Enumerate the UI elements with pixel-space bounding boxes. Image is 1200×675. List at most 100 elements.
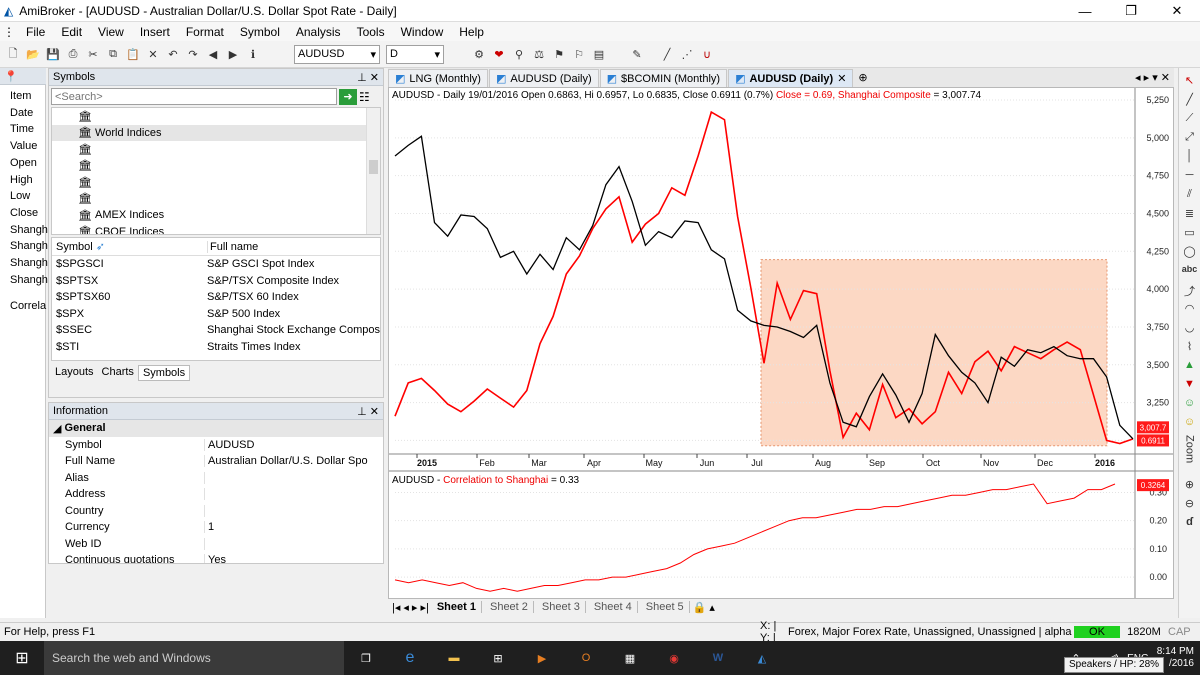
tree-item[interactable]: 🏛 xyxy=(52,158,380,175)
optimize-icon[interactable]: ⚖ xyxy=(530,45,548,63)
media-icon[interactable]: ▶ xyxy=(520,652,564,665)
trendline-icon[interactable]: ╱ xyxy=(1186,93,1193,109)
info-row[interactable]: Full Name Australian Dollar/U.S. Dollar S… xyxy=(49,453,383,470)
zoom-icon[interactable]: Zoom xyxy=(1184,435,1196,475)
horizontal-line-icon[interactable]: ─ xyxy=(1186,169,1194,185)
report-icon[interactable]: ▤ xyxy=(590,45,608,63)
arrow-down-icon[interactable]: ▼ xyxy=(1184,378,1195,394)
info-row[interactable]: Continuous quotations Yes xyxy=(49,552,383,563)
menu-insert[interactable]: Insert xyxy=(132,25,178,39)
menu-format[interactable]: Format xyxy=(178,25,232,39)
scan-icon[interactable]: ⚲ xyxy=(510,45,528,63)
text-icon[interactable]: abc xyxy=(1182,264,1198,280)
sheet-nav-first-icon[interactable]: |◂ xyxy=(392,601,400,614)
heart-icon[interactable]: ❤ xyxy=(490,45,508,63)
tree-item[interactable]: 🏛 xyxy=(52,141,380,158)
new-tab-icon[interactable]: ⊕ xyxy=(858,71,867,84)
sheet-nav-next-icon[interactable]: ▸ xyxy=(412,601,418,614)
word-icon[interactable]: W xyxy=(696,652,740,664)
cut-icon[interactable]: ✂ xyxy=(84,45,102,63)
new-icon[interactable]: 🗋 xyxy=(4,45,22,63)
channel-icon[interactable]: ⫽ xyxy=(1187,188,1192,204)
ray-icon[interactable]: ⟋ xyxy=(1186,112,1194,128)
menu-window[interactable]: Window xyxy=(393,25,452,39)
tree-item[interactable]: 🏛 xyxy=(52,174,380,191)
arc-icon[interactable]: ◠ xyxy=(1185,302,1195,318)
close-icon[interactable]: ✕ xyxy=(837,72,846,85)
tab-bcomin-monthly[interactable]: ◩ $BCOMIN (Monthly) xyxy=(599,69,728,87)
info-row[interactable]: Web ID xyxy=(49,536,383,553)
tab-layouts[interactable]: Layouts xyxy=(51,365,98,381)
vertical-line-icon[interactable]: │ xyxy=(1186,150,1193,166)
lock-icon[interactable]: 🔒 xyxy=(693,601,707,614)
pin-icon[interactable]: 📍 xyxy=(4,70,18,83)
menu-edit[interactable]: Edit xyxy=(53,25,90,39)
table-row[interactable]: $SPTSX S&P/TSX Composite Index xyxy=(52,273,380,290)
sheet-tab-1[interactable]: Sheet 1 xyxy=(432,601,482,613)
sheet-tab-4[interactable]: Sheet 4 xyxy=(589,601,638,613)
tab-symbols[interactable]: Symbols xyxy=(137,365,191,381)
col-symbol[interactable]: Symbol ➶ xyxy=(52,240,207,253)
col-fullname[interactable]: Full name xyxy=(207,240,258,253)
save-icon[interactable]: 💾 xyxy=(44,45,62,63)
menu-symbol[interactable]: Symbol xyxy=(232,25,288,39)
tab-nav-icons[interactable]: ◂ ▸ ▾ ✕ xyxy=(1135,71,1174,84)
windows-start-icon[interactable]: ⊞ xyxy=(0,648,44,668)
chart-svg[interactable]: 5,250 5,000 4,750 4,500 4,250 4,000 3,750 3,500… xyxy=(389,88,1173,598)
amibroker-task-icon[interactable]: ◭ xyxy=(740,652,784,665)
menu-view[interactable]: View xyxy=(90,25,132,39)
tab-charts[interactable]: Charts xyxy=(98,365,138,381)
outlook-icon[interactable]: O xyxy=(564,652,608,664)
tab-audusd-daily-active[interactable]: ◩ AUDUSD (Daily) ✕ xyxy=(728,69,854,87)
tree-item[interactable]: 🏛 AMEX Indices xyxy=(52,207,380,224)
fib-icon[interactable]: ≣ xyxy=(1185,207,1194,223)
interval-combo[interactable]: D ▾ xyxy=(386,44,444,64)
draw-mode-icon[interactable]: ɗ xyxy=(1186,516,1193,532)
tree-item[interactable]: 🏛 World Indices xyxy=(52,124,380,141)
zoom-out-icon[interactable]: ⊖ xyxy=(1185,497,1194,513)
rectangle-icon[interactable]: ▭ xyxy=(1184,226,1194,242)
zoom-in-icon[interactable]: ⊕ xyxy=(1185,478,1194,494)
tree-item[interactable]: 🏛 CBOE Indices xyxy=(52,224,380,234)
close-icon[interactable]: ✕ xyxy=(370,72,379,84)
info-row[interactable]: Address xyxy=(49,486,383,503)
store-icon[interactable]: ⊞ xyxy=(476,652,520,665)
menu-tools[interactable]: Tools xyxy=(349,25,393,39)
edge-icon[interactable]: e xyxy=(388,649,432,667)
close-icon[interactable]: ✕ xyxy=(370,406,379,418)
calculator-icon[interactable]: ▦ xyxy=(608,652,652,665)
explore-icon[interactable]: ⚐ xyxy=(570,45,588,63)
minimize-button[interactable]: — xyxy=(1062,0,1108,22)
explorer-icon[interactable]: ▬ xyxy=(432,652,476,664)
run-icon[interactable]: ⚑ xyxy=(550,45,568,63)
extended-line-icon[interactable]: ⤢ xyxy=(1185,131,1194,147)
print-icon[interactable]: ⎙ xyxy=(64,45,82,63)
redo-icon[interactable]: ↷ xyxy=(184,45,202,63)
taskbar-search[interactable]: Search the web and Windows xyxy=(44,641,344,675)
arrow-icon[interactable]: ⤴ xyxy=(1184,283,1195,299)
info-icon[interactable]: ℹ xyxy=(244,45,262,63)
sheet-nav-last-icon[interactable]: ▸| xyxy=(420,601,428,614)
go-arrow-icon[interactable]: ➜ xyxy=(339,88,357,105)
info-row[interactable]: Country xyxy=(49,503,383,520)
pin-icon[interactable]: ⊥ xyxy=(357,406,367,418)
gear-icon[interactable]: ⚙ xyxy=(470,45,488,63)
tree-item[interactable]: 🏛 xyxy=(52,191,380,208)
info-row[interactable]: Symbol AUDUSD xyxy=(49,437,383,454)
table-row[interactable]: $SPGSCI S&P GSCI Spot Index xyxy=(52,256,380,273)
copy-icon[interactable]: ⧉ xyxy=(104,45,122,63)
menu-analysis[interactable]: Analysis xyxy=(288,25,349,39)
symbol-combo[interactable]: AUDUSD ▾ xyxy=(294,44,380,64)
pin-icon[interactable]: ⊥ xyxy=(357,72,367,84)
table-row[interactable]: $STI Straits Times Index xyxy=(52,339,380,356)
back-icon[interactable]: ◀ xyxy=(204,45,222,63)
zigzag-icon[interactable]: ⌇ xyxy=(1187,340,1192,356)
table-row[interactable]: $SPTSX60 S&P/TSX 60 Index xyxy=(52,289,380,306)
tree-item[interactable]: 🏛 xyxy=(52,108,380,125)
sheet-menu-icon[interactable]: ▴ xyxy=(709,601,715,614)
task-view-icon[interactable]: ❐ xyxy=(344,652,388,665)
maximize-button[interactable]: ❐ xyxy=(1108,0,1154,22)
smiley-yellow-icon[interactable]: ☺ xyxy=(1184,416,1195,432)
list-view-icon[interactable]: ☷ xyxy=(359,90,370,104)
menu-file[interactable]: File xyxy=(18,25,53,39)
